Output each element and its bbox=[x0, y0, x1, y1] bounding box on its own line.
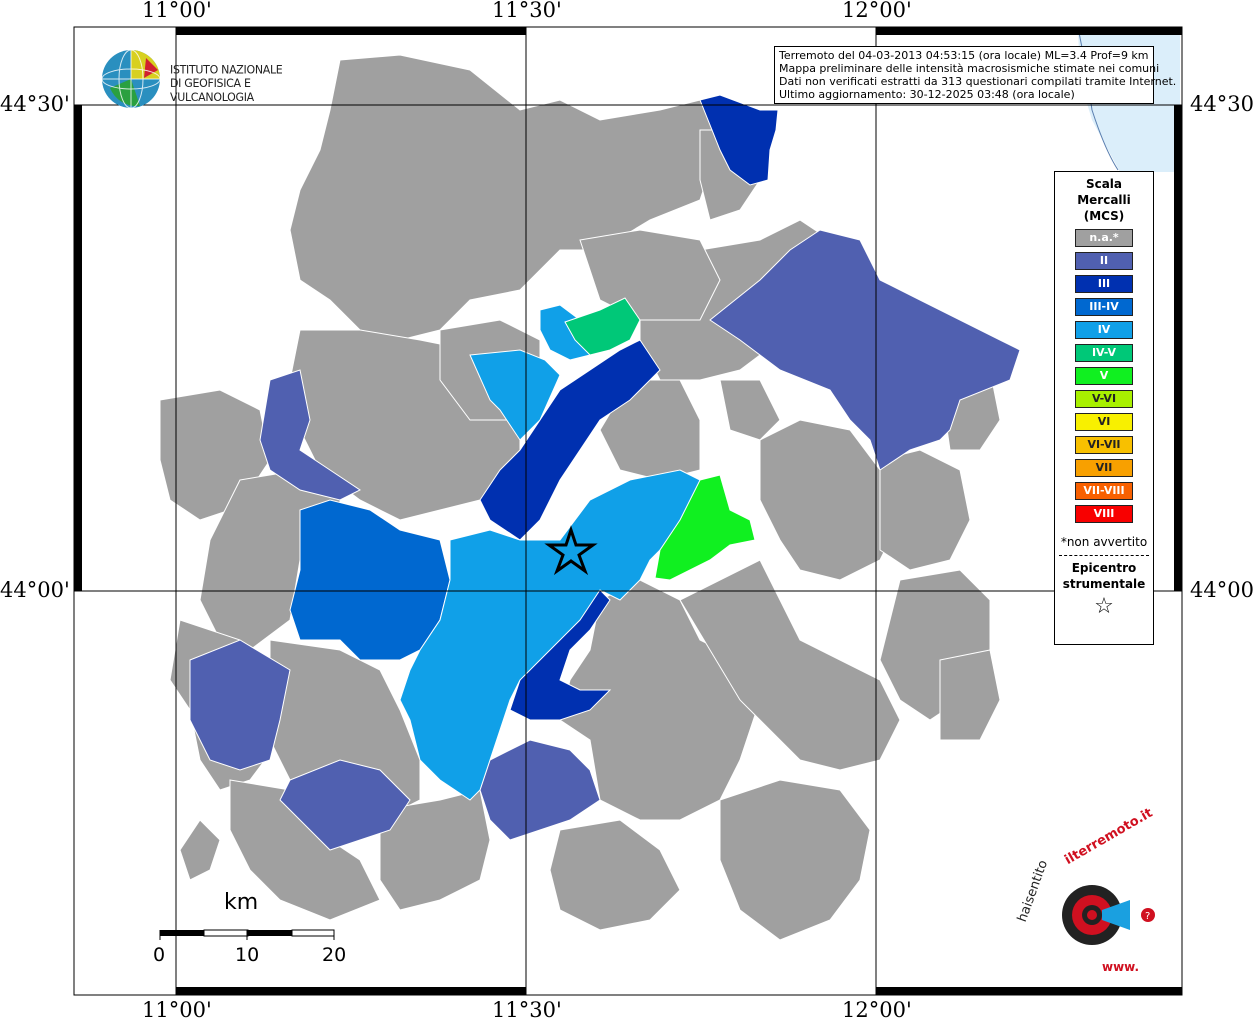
event-info-line-4: Ultimo aggiornamento: 30-12-2025 03:48 (… bbox=[779, 88, 1075, 101]
legend-item-n-a: n.a.* bbox=[1075, 229, 1133, 247]
legend-item-v-vi: V-VI bbox=[1075, 390, 1133, 408]
legend-title: Scala Mercalli (MCS) bbox=[1055, 176, 1153, 224]
coord-left-2: 44°00' bbox=[0, 578, 70, 602]
legend-title-line-3: (MCS) bbox=[1083, 209, 1125, 223]
legend-item-vi-vii: VI-VII bbox=[1075, 436, 1133, 454]
coord-bottom-1: 11°00' bbox=[142, 998, 212, 1022]
event-info-box: Terremoto del 04-03-2013 04:53:15 (ora l… bbox=[774, 46, 1177, 104]
legend-epicenter-label: Epicentro strumentale bbox=[1055, 560, 1153, 592]
mcs-legend: Scala Mercalli (MCS) n.a.* II III III-IV IV I… bbox=[1054, 171, 1154, 645]
legend-item-vii-viii: VII-VIII bbox=[1075, 482, 1133, 500]
scale-unit: km bbox=[224, 890, 259, 915]
institute-name: ISTITUTO NAZIONALE DI GEOFISICA E VULCAN… bbox=[170, 63, 320, 104]
coord-right-1: 44°30' bbox=[1190, 92, 1256, 116]
coord-top-1: 11°00' bbox=[142, 0, 212, 22]
legend-item-iv-v: IV-V bbox=[1075, 344, 1133, 362]
legend-title-line-1: Scala bbox=[1085, 177, 1123, 191]
legend-item-iv: IV bbox=[1075, 321, 1133, 339]
coord-bottom-2: 11°30' bbox=[492, 998, 562, 1022]
legend-items: n.a.* II III III-IV IV IV-V V V-VI VI VI-VII VII VI… bbox=[1055, 229, 1153, 523]
ingv-logo: ISTITUTO NAZIONALE DI GEOFISICA E VULCAN… bbox=[100, 48, 320, 110]
coord-top-3: 12°00' bbox=[842, 0, 912, 22]
legend-item-v: V bbox=[1075, 367, 1133, 385]
coord-right-2: 44°00' bbox=[1190, 578, 1256, 602]
haisentito-logo: ? haisentito ilterremoto.it www. bbox=[1015, 806, 1170, 980]
event-info-line-1: Terremoto del 04-03-2013 04:53:15 (ora l… bbox=[779, 49, 1149, 62]
brand-text-url: www. bbox=[1102, 960, 1140, 974]
coord-bottom-3: 12°00' bbox=[842, 998, 912, 1022]
legend-item-iii: III bbox=[1075, 275, 1133, 293]
haisentito-icon: ? bbox=[1062, 885, 1155, 945]
legend-star-icon: ☆ bbox=[1094, 594, 1114, 619]
coord-top-2: 11°30' bbox=[492, 0, 562, 22]
scale-tick-20: 20 bbox=[322, 944, 347, 966]
legend-epicenter-line-1: Epicentro bbox=[1071, 561, 1137, 575]
event-info-line-3: Dati non verificati estratti da 313 ques… bbox=[779, 75, 1177, 88]
coord-left-1: 44°30' bbox=[0, 92, 70, 116]
legend-title-line-2: Mercalli bbox=[1077, 193, 1131, 207]
legend-item-vii: VII bbox=[1075, 459, 1133, 477]
legend-separator bbox=[1059, 555, 1149, 556]
legend-epicenter-line-2: strumentale bbox=[1062, 577, 1146, 591]
scale-tick-0: 0 bbox=[153, 944, 166, 966]
legend-item-iii-iv: III-IV bbox=[1075, 298, 1133, 316]
legend-item-ii: II bbox=[1075, 252, 1133, 270]
legend-note: *non avvertito bbox=[1060, 535, 1148, 549]
institute-line-2: DI GEOFISICA E VULCANOLOGIA bbox=[170, 76, 254, 104]
institute-line-1: ISTITUTO NAZIONALE bbox=[170, 63, 283, 77]
scale-tick-10: 10 bbox=[235, 944, 260, 966]
globe-icon bbox=[101, 49, 161, 109]
event-info-line-2: Mappa preliminare delle intensità macros… bbox=[779, 62, 1160, 75]
legend-item-vi: VI bbox=[1075, 413, 1133, 431]
legend-item-viii: VIII bbox=[1075, 505, 1133, 523]
svg-text:?: ? bbox=[1145, 911, 1150, 922]
